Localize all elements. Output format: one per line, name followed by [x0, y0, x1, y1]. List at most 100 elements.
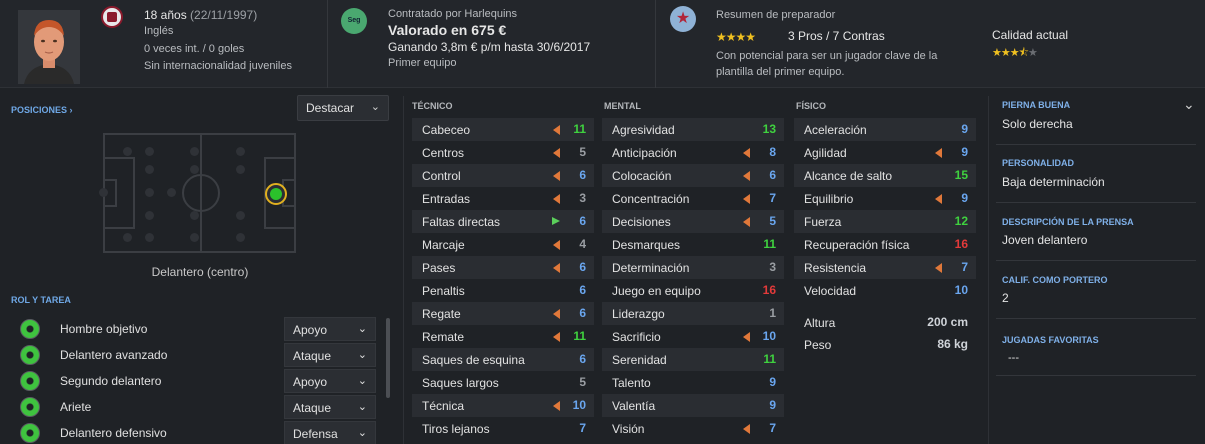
- player-avatar[interactable]: [18, 10, 80, 84]
- scout-summary-line-1: Con potencial para ser un jugador clave …: [716, 50, 938, 62]
- role-row[interactable]: Hombre objetivo Apoyo ⌄: [14, 317, 384, 343]
- scout-report-title[interactable]: Resumen de preparador: [716, 9, 835, 21]
- attribute-row[interactable]: Regate 6: [412, 302, 594, 325]
- position-dot[interactable]: [145, 147, 154, 156]
- divider: [996, 375, 1196, 376]
- position-striker-active[interactable]: [265, 183, 287, 205]
- position-dot[interactable]: [145, 233, 154, 242]
- physical-header: FÍSICO: [796, 101, 827, 111]
- position-dot[interactable]: [99, 188, 108, 197]
- attribute-row[interactable]: Faltas directas 6: [412, 210, 594, 233]
- attribute-value: 6: [579, 168, 586, 182]
- role-row[interactable]: Delantero defensivo Defensa ⌄: [14, 421, 384, 444]
- attribute-row[interactable]: Sacrificio 10: [602, 325, 784, 348]
- club-badge-icon[interactable]: [101, 6, 123, 28]
- position-dot[interactable]: [123, 233, 132, 242]
- role-row[interactable]: Delantero avanzado Ataque ⌄: [14, 343, 384, 369]
- divider: [327, 0, 328, 88]
- positions-label: POSICIONES: [11, 105, 68, 115]
- role-suitability-icon: [20, 345, 40, 365]
- position-dot[interactable]: [190, 233, 199, 242]
- attribute-row[interactable]: Valentía 9: [602, 394, 784, 417]
- position-dot[interactable]: [190, 165, 199, 174]
- duty-value: Defensa: [293, 427, 338, 441]
- training-focus-arrow-icon: [743, 217, 750, 227]
- attribute-row[interactable]: Agresividad 13: [602, 118, 784, 141]
- position-dot[interactable]: [123, 147, 132, 156]
- security-icon: Seg: [341, 8, 367, 34]
- training-focus-arrow-icon: [553, 240, 560, 250]
- training-focus-arrow-icon: [935, 148, 942, 158]
- nationality[interactable]: Inglés: [144, 25, 173, 37]
- attribute-name: Regate: [422, 307, 461, 321]
- attribute-row[interactable]: Juego en equipo 16: [602, 279, 784, 302]
- attribute-row[interactable]: Serenidad 11: [602, 348, 784, 371]
- attribute-row[interactable]: Recuperación física 16: [794, 233, 976, 256]
- attribute-row[interactable]: Determinación 3: [602, 256, 784, 279]
- attribute-row[interactable]: Concentración 7: [602, 187, 784, 210]
- attribute-row[interactable]: Aceleración 9: [794, 118, 976, 141]
- attribute-row[interactable]: Fuerza 12: [794, 210, 976, 233]
- duty-dropdown[interactable]: Ataque ⌄: [284, 343, 376, 367]
- attribute-row[interactable]: Velocidad 10: [794, 279, 976, 302]
- attribute-row[interactable]: Control 6: [412, 164, 594, 187]
- attribute-name: Anticipación: [612, 146, 677, 160]
- attribute-row[interactable]: Talento 9: [602, 371, 784, 394]
- attribute-name: Aceleración: [804, 123, 867, 137]
- attribute-value: 10: [954, 283, 968, 297]
- attribute-row[interactable]: Decisiones 5: [602, 210, 784, 233]
- attribute-row[interactable]: Pases 6: [412, 256, 594, 279]
- attribute-row[interactable]: Desmarques 11: [602, 233, 784, 256]
- attribute-value: 6: [769, 168, 776, 182]
- chevron-down-icon[interactable]: ⌄: [1183, 96, 1195, 113]
- position-dot[interactable]: [145, 165, 154, 174]
- attribute-row[interactable]: Visión 7: [602, 417, 784, 440]
- role-name: Delantero avanzado: [60, 348, 168, 362]
- position-dot[interactable]: [145, 211, 154, 220]
- duty-dropdown[interactable]: Ataque ⌄: [284, 395, 376, 419]
- height-value: 200 cm: [927, 315, 968, 329]
- attribute-row[interactable]: Liderazgo 1: [602, 302, 784, 325]
- attribute-row[interactable]: Penaltis 6: [412, 279, 594, 302]
- attribute-value: 12: [954, 214, 968, 228]
- attribute-row[interactable]: Colocación 6: [602, 164, 784, 187]
- attribute-value: 11: [573, 122, 586, 136]
- press-description-value: Joven delantero: [1002, 233, 1088, 247]
- duty-dropdown[interactable]: Apoyo ⌄: [284, 317, 376, 341]
- attribute-row[interactable]: Saques largos 5: [412, 371, 594, 394]
- attribute-row[interactable]: Anticipación 8: [602, 141, 784, 164]
- role-row[interactable]: Ariete Ataque ⌄: [14, 395, 384, 421]
- highlight-dropdown[interactable]: Destacar ⌄: [297, 95, 389, 121]
- attribute-row[interactable]: Resistencia 7: [794, 256, 976, 279]
- attribute-row[interactable]: Alcance de salto 15: [794, 164, 976, 187]
- role-row[interactable]: Segundo delantero Apoyo ⌄: [14, 369, 384, 395]
- attribute-row[interactable]: Tiros lejanos 7: [412, 417, 594, 440]
- duty-dropdown[interactable]: Defensa ⌄: [284, 421, 376, 444]
- position-dot[interactable]: [236, 211, 245, 220]
- chevron-right-icon: ›: [69, 105, 73, 115]
- attribute-row[interactable]: Marcaje 4: [412, 233, 594, 256]
- positions-header[interactable]: POSICIONES ›: [11, 105, 73, 115]
- attribute-row[interactable]: Centros 5: [412, 141, 594, 164]
- attribute-row[interactable]: Saques de esquina 6: [412, 348, 594, 371]
- attribute-row[interactable]: Entradas 3: [412, 187, 594, 210]
- position-dot[interactable]: [236, 165, 245, 174]
- attribute-row[interactable]: Remate 11: [412, 325, 594, 348]
- training-focus-arrow-icon: [553, 401, 560, 411]
- attribute-value: 6: [579, 260, 586, 274]
- position-dot[interactable]: [236, 147, 245, 156]
- position-dot[interactable]: [236, 233, 245, 242]
- attribute-row[interactable]: Agilidad 9: [794, 141, 976, 164]
- roles-scrollbar[interactable]: [386, 318, 390, 398]
- contract-label[interactable]: Contratado por Harlequins: [388, 8, 517, 20]
- player-traits-label: JUGADAS FAVORITAS: [1002, 335, 1099, 345]
- duty-dropdown[interactable]: Apoyo ⌄: [284, 369, 376, 393]
- position-dot[interactable]: [145, 188, 154, 197]
- attribute-row[interactable]: Técnica 10: [412, 394, 594, 417]
- attribute-value: 7: [579, 421, 586, 435]
- position-dot[interactable]: [190, 211, 199, 220]
- attribute-row[interactable]: Equilibrio 9: [794, 187, 976, 210]
- position-dot[interactable]: [167, 188, 176, 197]
- attribute-row[interactable]: Cabeceo 11: [412, 118, 594, 141]
- position-dot[interactable]: [190, 147, 199, 156]
